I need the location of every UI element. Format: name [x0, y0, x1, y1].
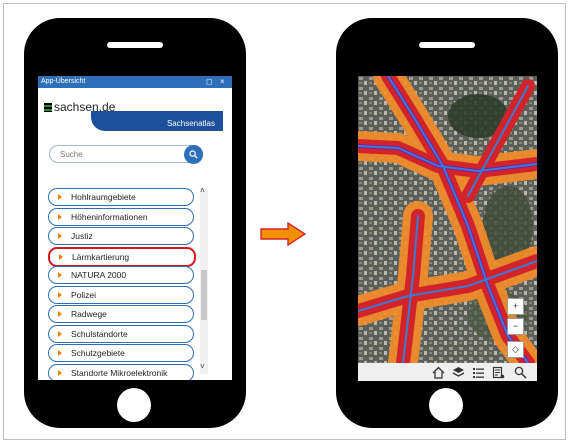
home-button: [117, 388, 151, 422]
maximize-icon[interactable]: ◻: [206, 76, 213, 88]
zoom-in-button[interactable]: +: [507, 298, 524, 315]
list-item-label: Justiz: [71, 231, 93, 241]
zoom-out-button[interactable]: −: [507, 318, 524, 335]
list-scrollbar[interactable]: ˄ ˅: [200, 186, 208, 374]
expand-triangle-icon: [58, 369, 62, 376]
layers-icon[interactable]: [452, 366, 465, 379]
phone-speaker: [107, 42, 163, 48]
list-item-label: Schutzgebiete: [71, 348, 125, 358]
home-icon[interactable]: [432, 366, 445, 379]
coat-of-arms-icon: [44, 103, 52, 112]
expand-triangle-icon: [58, 311, 62, 317]
locate-button[interactable]: ◇: [507, 341, 524, 358]
right-arrow-icon: [260, 222, 306, 246]
scroll-down-icon[interactable]: ˅: [200, 362, 205, 371]
list-icon[interactable]: [472, 366, 485, 379]
list-item[interactable]: Polizei: [48, 285, 194, 304]
scroll-up-icon[interactable]: ˄: [200, 186, 205, 195]
window-titlebar: App-Übersicht ◻ ×: [38, 76, 232, 88]
list-item[interactable]: Hohlraumgebiete: [48, 188, 194, 206]
map-toolbar: [358, 363, 537, 381]
search-icon: [189, 150, 198, 159]
expand-triangle-icon: [58, 291, 62, 298]
list-item-label: NATURA 2000: [71, 270, 127, 280]
expand-triangle-icon: [58, 194, 62, 200]
list-item-label: Schulstandorte: [71, 328, 128, 339]
list-item[interactable]: Standorte Mikroelektronik: [48, 363, 194, 380]
legend-icon[interactable]: [492, 366, 505, 379]
list-item-label: Höheninformationen: [71, 211, 148, 222]
expand-triangle-icon: [58, 330, 62, 337]
search-placeholder: Suche: [60, 150, 83, 159]
search-input[interactable]: Suche: [49, 145, 203, 163]
list-item[interactable]: Justiz: [48, 227, 194, 245]
list-item[interactable]: Lärmkartierung: [48, 246, 196, 267]
list-item-label: Standorte Mikroelektronik: [71, 367, 168, 378]
list-item[interactable]: Höheninformationen: [48, 207, 194, 226]
search-button[interactable]: [184, 145, 203, 164]
list-item[interactable]: Schulstandorte: [48, 324, 194, 343]
brand-header: sachsen.de Sachsenatlas: [41, 91, 223, 135]
window-title: App-Übersicht: [41, 78, 86, 85]
noise-map-screen[interactable]: + − ◇: [358, 76, 537, 381]
phone-speaker: [419, 42, 475, 48]
expand-triangle-icon: [58, 233, 62, 239]
list-item-label: Radwege: [71, 309, 107, 319]
list-item-label: Polizei: [71, 289, 97, 300]
list-item[interactable]: NATURA 2000: [48, 266, 194, 284]
scroll-thumb[interactable]: [201, 270, 207, 320]
app-name: Sachsenatlas: [166, 119, 215, 128]
app-overview-screen: App-Übersicht ◻ × sachsen.de Sachsenatla…: [38, 76, 232, 380]
expand-triangle-icon: [58, 350, 62, 356]
list-item-label: Lärmkartierung: [72, 251, 130, 262]
list-item-label: Hohlraumgebiete: [71, 192, 136, 202]
list-item[interactable]: Radwege: [48, 305, 194, 323]
close-icon[interactable]: ×: [220, 76, 225, 88]
expand-triangle-icon: [59, 253, 63, 260]
expand-triangle-icon: [58, 213, 62, 220]
list-item[interactable]: Schutzgebiete: [48, 344, 194, 362]
expand-triangle-icon: [58, 272, 62, 278]
home-button: [429, 388, 463, 422]
app-name-banner: Sachsenatlas: [91, 111, 223, 131]
search-icon[interactable]: [514, 366, 527, 379]
